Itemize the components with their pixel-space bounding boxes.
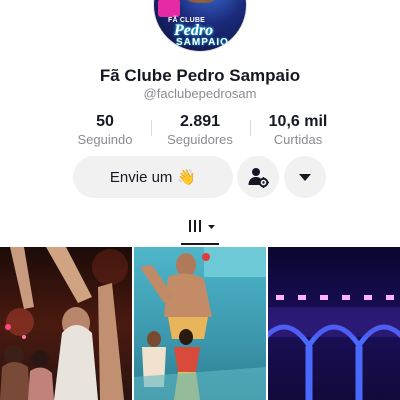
person-gear-icon [248, 168, 269, 188]
add-friend-button[interactable] [237, 156, 279, 198]
stat-following-label: Seguindo [77, 132, 133, 147]
wave-emoji-icon: 👋 [177, 169, 197, 186]
video-thumbnail[interactable] [134, 247, 266, 400]
stat-divider [151, 120, 152, 136]
avatar-face [182, 0, 220, 3]
profile-handle: @faclubepedrosam [143, 86, 257, 101]
profile-avatar[interactable]: FÃ CLUBE Pedro SAMPAIO [153, 0, 247, 52]
stat-following-value: 50 [96, 113, 114, 130]
more-options-button[interactable] [284, 156, 326, 198]
message-button[interactable]: Envie um 👋 [73, 156, 233, 198]
video-thumbnail[interactable] [0, 247, 132, 400]
stat-following[interactable]: 50 Seguindo [60, 112, 150, 148]
video-thumbnail-image [0, 247, 132, 400]
avatar-last-name: SAMPAIO [176, 37, 229, 48]
stat-followers-value: 2.891 [179, 113, 221, 130]
stat-followers[interactable]: 2.891 Seguidores [155, 112, 245, 148]
video-grid-icon [189, 220, 215, 232]
stat-likes-label: Curtidas [273, 132, 323, 147]
caret-down-icon [299, 174, 311, 181]
profile-display-name: Fã Clube Pedro Sampaio [99, 66, 301, 85]
video-thumbnail-image [268, 247, 400, 400]
stat-followers-label: Seguidores [167, 132, 233, 147]
stat-likes[interactable]: 10,6 mil Curtidas [253, 112, 343, 148]
tab-videos[interactable] [188, 218, 222, 236]
tab-active-indicator [181, 243, 219, 245]
profile-stats: 50 Seguindo 2.891 Seguidores 10,6 mil Cu… [60, 112, 345, 148]
stat-likes-value: 10,6 mil [268, 113, 328, 130]
message-button-label: Envie um [109, 168, 173, 186]
avatar-pink-badge [158, 0, 180, 17]
video-grid [0, 247, 400, 400]
tab-caret-down-icon [208, 225, 215, 229]
video-thumbnail-image [134, 247, 266, 400]
video-thumbnail[interactable] [268, 247, 400, 400]
stat-divider [250, 120, 251, 136]
